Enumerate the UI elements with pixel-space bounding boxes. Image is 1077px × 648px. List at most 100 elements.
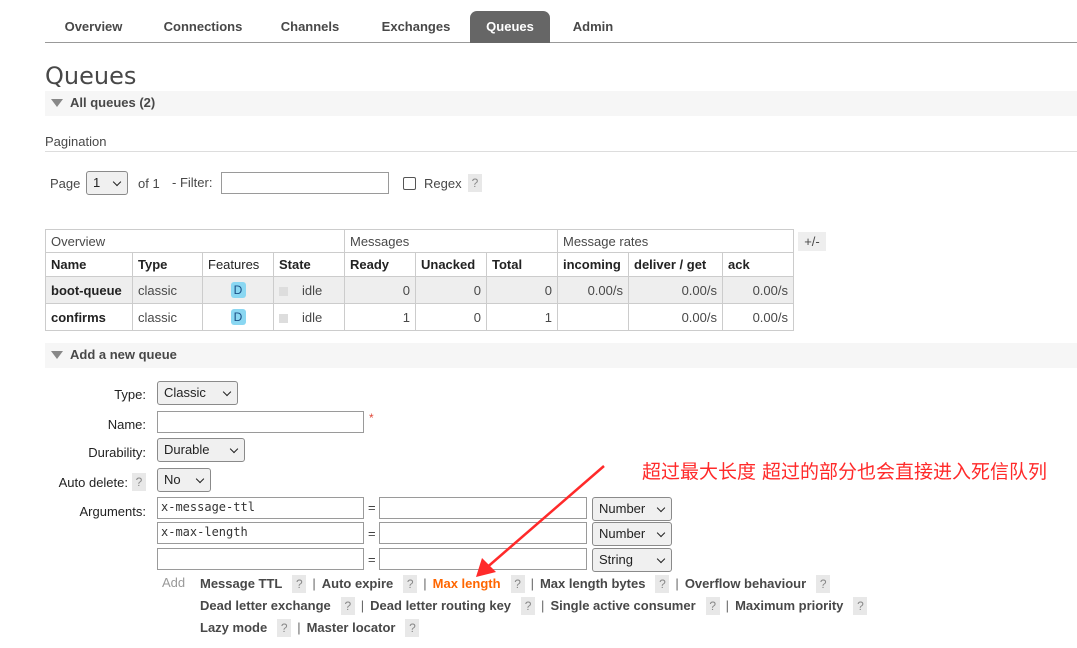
shortcut-overflow-behaviour[interactable]: Overflow behaviour [685,576,806,591]
col-total[interactable]: Total [486,252,558,277]
help-icon[interactable]: ? [405,619,420,637]
separator: | [312,576,316,591]
table-row[interactable]: boot-queue classic D idle 0 0 0 0.00/s 0… [45,276,794,304]
col-unacked[interactable]: Unacked [415,252,487,277]
annotation-arrow-icon [476,465,605,577]
group-messages: Messages [344,229,558,253]
shortcut-message-ttl[interactable]: Message TTL [200,576,282,591]
regex-help-icon[interactable]: ? [468,174,482,192]
durability-select[interactable]: Durable [157,438,245,462]
divider [45,151,1077,152]
state-indicator-icon [279,286,288,296]
add-queue-label: Add a new queue [70,347,177,362]
durable-badge: D [230,309,246,325]
tab-admin[interactable]: Admin [555,11,631,43]
help-icon[interactable]: ? [521,597,536,615]
chevron-down-icon [656,528,666,538]
help-icon[interactable]: ? [816,575,831,593]
argument-key-input[interactable]: x-message-ttl [157,497,364,519]
filter-input[interactable] [221,172,389,194]
type-select[interactable]: Classic [157,381,238,405]
page-count: of 1 [138,176,160,191]
help-icon[interactable]: ? [655,575,670,593]
unacked-value: 0 [415,303,487,331]
shortcut-auto-expire[interactable]: Auto expire [322,576,394,591]
tab-overview[interactable]: Overview [45,11,142,43]
collapse-triangle-icon [51,99,63,107]
separator: | [297,620,301,635]
separator: | [725,598,730,613]
incoming-value: 0.00/s [557,276,629,304]
help-icon[interactable]: ? [853,597,868,615]
help-icon[interactable]: ? [403,575,418,593]
arguments-label: Arguments: [79,504,146,519]
type-label: Type: [114,387,146,402]
page-title: Queues [45,62,137,90]
queue-name-link[interactable]: boot-queue [45,276,133,304]
equals-sign: = [368,526,376,541]
help-icon[interactable]: ? [292,575,307,593]
chevron-down-icon [195,474,205,484]
state-cell: idle [273,303,345,331]
chevron-down-icon [656,503,666,513]
queue-type: classic [132,276,203,304]
columns-toggle-button[interactable]: +/- [798,232,826,251]
shortcut-dead-letter-exchange[interactable]: Dead letter exchange [200,598,331,613]
shortcut-maximum-priority[interactable]: Maximum priority [735,598,843,613]
col-incoming[interactable]: incoming [557,252,629,277]
features-cell: D [202,303,274,331]
annotation-text: 超过最大长度 超过的部分也会直接进入死信队列 [642,461,1048,483]
total-value: 0 [486,276,558,304]
col-state[interactable]: State [273,252,345,277]
help-icon[interactable]: ? [277,619,292,637]
separator: | [360,598,365,613]
shortcut-master-locator[interactable]: Master locator [307,620,396,635]
state-indicator-icon [279,313,288,323]
table-row[interactable]: confirms classic D idle 1 0 1 0.00/s 0.0… [45,303,794,331]
queue-name-link[interactable]: confirms [45,303,133,331]
state-cell: idle [273,276,345,304]
regex-checkbox[interactable] [403,177,416,190]
col-ack[interactable]: ack [722,252,794,277]
argument-key-input[interactable]: x-max-length [157,522,364,544]
shortcut-lazy-mode[interactable]: Lazy mode [200,620,267,635]
durable-badge: D [230,282,246,298]
equals-sign: = [368,500,376,515]
regex-label: Regex [424,176,462,191]
argument-key-input[interactable] [157,548,364,570]
add-label: Add [162,575,186,590]
auto-delete-select[interactable]: No [157,468,211,492]
col-deliver-get[interactable]: deliver / get [628,252,723,277]
deliver-get-value: 0.00/s [628,276,723,304]
separator: | [423,576,427,591]
auto-delete-help-icon[interactable]: ? [132,473,146,491]
argument-shortcuts-row-3: Lazy mode? | Master locator? [200,619,420,637]
group-overview: Overview [45,229,345,253]
add-queue-toggle[interactable]: Add a new queue [45,343,1077,368]
ack-value: 0.00/s [722,303,794,331]
queue-type: classic [132,303,203,331]
tab-channels[interactable]: Channels [265,11,355,43]
filter-label: - Filter: [172,175,213,190]
tab-connections[interactable]: Connections [145,11,261,43]
incoming-value [557,303,629,331]
col-name[interactable]: Name [45,252,133,277]
help-icon[interactable]: ? [705,597,720,615]
all-queues-toggle[interactable]: All queues (2) [45,91,1077,116]
features-cell: D [202,276,274,304]
chevron-down-icon [656,554,666,564]
col-ready[interactable]: Ready [344,252,416,277]
chevron-down-icon [112,177,122,187]
col-type[interactable]: Type [132,252,203,277]
queue-name-input[interactable] [157,411,364,433]
deliver-get-value: 0.00/s [628,303,723,331]
shortcut-single-active-consumer[interactable]: Single active consumer [550,598,695,613]
help-icon[interactable]: ? [340,597,355,615]
tab-exchanges[interactable]: Exchanges [363,11,469,43]
tab-queues[interactable]: Queues [470,11,550,43]
shortcut-dead-letter-routing-key[interactable]: Dead letter routing key [370,598,511,613]
queues-table: Overview Messages Message rates Name Typ… [45,229,794,331]
page-select[interactable]: 1 [86,171,128,195]
top-nav: Overview Connections Channels Exchanges … [45,0,1077,43]
auto-delete-label: Auto delete: [58,475,128,490]
